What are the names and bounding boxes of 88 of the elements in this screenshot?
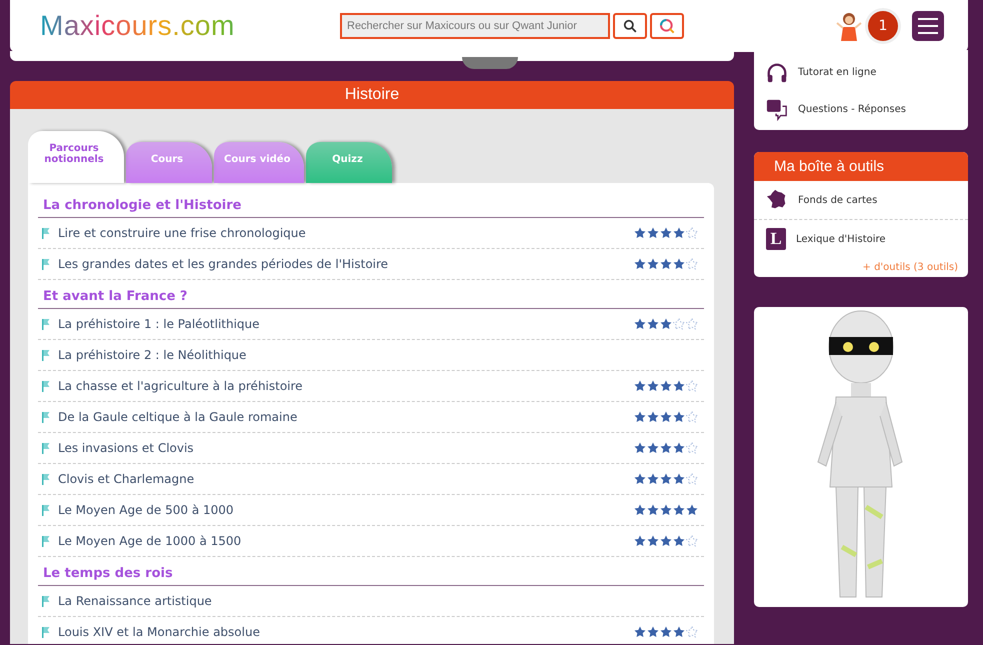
star-icon (634, 318, 646, 330)
lesson-link[interactable]: Les grandes dates et les grandes périodes de l'Histoire (58, 257, 634, 271)
menu-button[interactable] (912, 11, 944, 41)
section-title: Et avant la France ? (38, 280, 704, 309)
subject-title: Histoire (10, 81, 734, 109)
star-icon (660, 258, 672, 270)
star-icon (634, 411, 646, 423)
lesson-link[interactable]: Clovis et Charlemagne (58, 472, 634, 486)
tab[interactable]: Parcours notionnels (28, 131, 124, 183)
star-icon (660, 442, 672, 454)
flag-icon (42, 596, 50, 606)
service-link[interactable]: Questions - Réponses (798, 104, 906, 115)
section-title: Le temps des rois (38, 557, 704, 586)
star-icon (660, 227, 672, 239)
star-icon (647, 473, 659, 485)
star-icon (673, 626, 685, 638)
star-icon (673, 535, 685, 547)
flag-icon (42, 536, 50, 546)
headphones-icon (766, 62, 788, 84)
notification-badge[interactable]: 1 (868, 11, 898, 41)
star-icon (660, 411, 672, 423)
star-icon (673, 227, 685, 239)
flag-icon (42, 350, 50, 360)
star-icon (634, 535, 646, 547)
star-icon (660, 535, 672, 547)
lesson-link[interactable]: Louis XIV et la Monarchie absolue (58, 625, 634, 639)
letter-icon: L (766, 228, 786, 250)
flag-icon (42, 626, 50, 638)
star-icon (634, 626, 646, 638)
lesson-link[interactable]: Le Moyen Age de 500 à 1000 (58, 503, 634, 517)
lesson-link[interactable]: La préhistoire 1 : le Paléotlithique (58, 317, 634, 331)
flag-icon (42, 258, 50, 270)
flag-icon (42, 504, 50, 516)
star-icon (647, 442, 659, 454)
star-icon (634, 227, 646, 239)
star-icon (673, 473, 685, 485)
star-icon (647, 227, 659, 239)
star-icon (660, 380, 672, 392)
empty-star-icon (686, 318, 698, 330)
flag-icon (42, 442, 50, 454)
girl-avatar-icon[interactable] (836, 11, 862, 41)
star-icon (673, 504, 685, 516)
star-icon (673, 411, 685, 423)
star-icon (647, 258, 659, 270)
star-icon (647, 318, 659, 330)
lesson-link[interactable]: Le Moyen Age de 1000 à 1500 (58, 534, 634, 548)
lesson-link[interactable]: La Renaissance artistique (58, 594, 698, 608)
service-link[interactable]: Tutorat en ligne (798, 67, 876, 78)
flag-icon (42, 380, 50, 392)
lesson-link[interactable]: La chasse et l'agriculture à la préhistoire (58, 379, 634, 393)
star-icon (647, 535, 659, 547)
france-map-icon (766, 189, 788, 211)
star-icon (673, 380, 685, 392)
qwant-button[interactable] (650, 13, 684, 39)
section-title: La chronologie et l'Histoire (38, 189, 704, 218)
chat-bubbles-icon (766, 98, 788, 120)
star-icon (634, 442, 646, 454)
star-icon (660, 473, 672, 485)
search-icon (623, 19, 637, 33)
search-field[interactable]: Rechercher sur Maxicours ou sur Qwant Junior (340, 13, 610, 39)
star-icon (647, 626, 659, 638)
star-icon (660, 504, 672, 516)
star-icon (634, 380, 646, 392)
flag-icon (42, 412, 50, 422)
star-icon (647, 504, 659, 516)
star-icon (647, 380, 659, 392)
star-icon (634, 504, 646, 516)
search-button[interactable] (613, 13, 647, 39)
tool-link[interactable]: Fonds de cartes (798, 194, 878, 206)
magnifier-logo-icon (659, 18, 675, 34)
star-icon (660, 318, 672, 330)
tool-link[interactable]: Lexique d'Histoire (796, 234, 886, 244)
star-icon (634, 258, 646, 270)
star-icon (673, 442, 685, 454)
star-icon (660, 626, 672, 638)
flag-icon (42, 318, 50, 330)
lesson-link[interactable]: Les invasions et Clovis (58, 441, 634, 455)
drawer-tab[interactable] (462, 57, 518, 69)
star-icon (673, 258, 685, 270)
star-icon (634, 473, 646, 485)
lesson-link[interactable]: De la Gaule celtique à la Gaule romaine (58, 410, 634, 424)
flag-icon (42, 228, 50, 238)
lesson-link[interactable]: Lire et construire une frise chronologique (58, 226, 634, 240)
toolbox-title: Ma boîte à outils (754, 152, 968, 181)
star-icon (647, 411, 659, 423)
flag-icon (42, 474, 50, 484)
star-icon (686, 504, 698, 516)
lesson-link[interactable]: La préhistoire 2 : le Néolithique (58, 348, 698, 362)
